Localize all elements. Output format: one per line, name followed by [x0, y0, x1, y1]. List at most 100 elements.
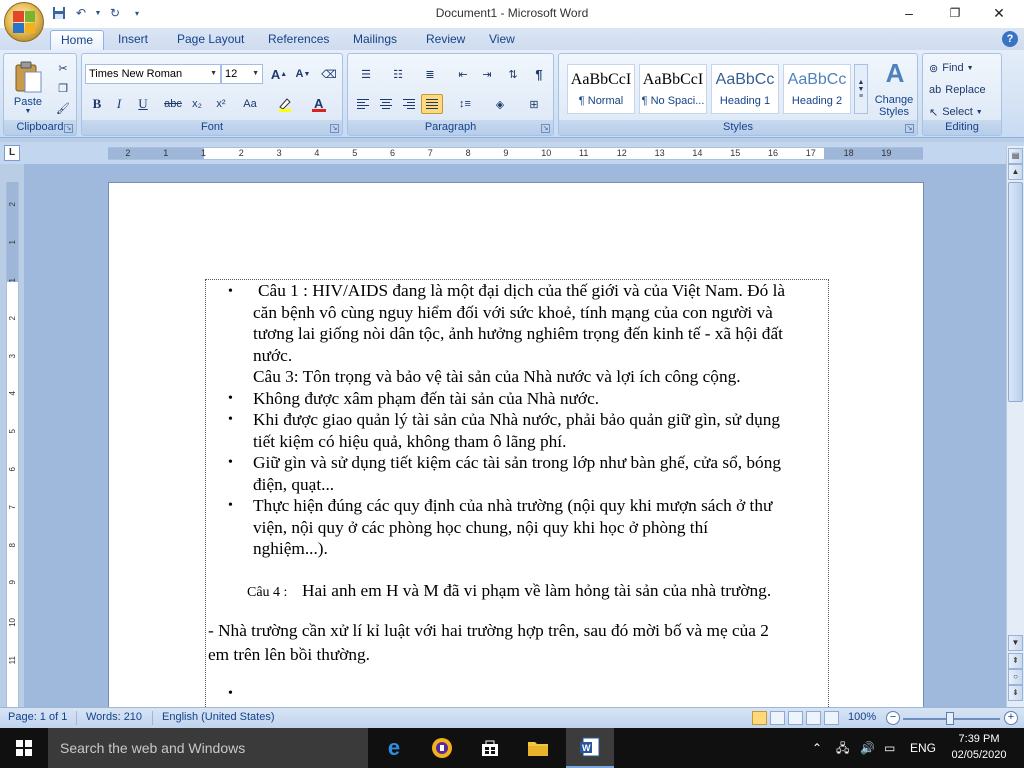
shrink-font-icon[interactable]: A ▼	[292, 64, 314, 84]
paste-icon[interactable]	[10, 58, 46, 96]
clipboard-launcher-icon[interactable]: ↘	[64, 124, 73, 133]
tab-insert[interactable]: Insert	[108, 30, 158, 50]
decrease-indent-icon[interactable]: ⇤	[452, 64, 474, 84]
help-icon[interactable]: ?	[1002, 31, 1018, 47]
line-spacing-icon[interactable]: ↕≡	[450, 94, 480, 114]
language-status[interactable]: English (United States)	[162, 711, 275, 723]
font-launcher-icon[interactable]: ↘	[330, 124, 339, 133]
edge-icon[interactable]: e	[370, 728, 418, 768]
numbering-icon[interactable]: ☷	[384, 64, 412, 84]
change-styles-icon[interactable]: A	[875, 58, 915, 88]
italic-button[interactable]: I	[108, 94, 130, 114]
select-browse-object-icon[interactable]: ○	[1008, 669, 1023, 685]
vertical-scrollbar[interactable]: ▤ ▲ ▼ ⇞ ○ ⇟	[1006, 146, 1024, 707]
highlight-icon[interactable]	[274, 94, 296, 114]
browser-app-icon[interactable]	[418, 728, 466, 768]
paste-label[interactable]: Paste	[8, 96, 48, 108]
system-clock[interactable]: 7:39 PM 02/05/2020	[944, 731, 1014, 763]
tab-selector[interactable]: L	[4, 145, 20, 161]
styles-scroll[interactable]: ▲ ▼ ≡	[854, 64, 868, 114]
cut-icon[interactable]: ✂	[52, 58, 74, 78]
scroll-up-icon[interactable]: ▲	[1008, 164, 1023, 180]
justify-icon[interactable]	[421, 94, 443, 114]
print-layout-view-icon[interactable]	[752, 711, 767, 725]
text-frame[interactable]: • Câu 1 : HIV/AIDS đang là một đại dịch …	[205, 279, 829, 707]
change-case-button[interactable]: Aa	[236, 94, 264, 114]
copy-icon[interactable]: ❐	[52, 78, 74, 98]
zoom-level[interactable]: 100%	[848, 711, 876, 723]
strikethrough-button[interactable]: abc	[162, 94, 184, 114]
subscript-button[interactable]: x₂	[186, 94, 208, 114]
grow-font-icon[interactable]: A ▲	[268, 64, 290, 84]
shading-icon[interactable]: ◈	[486, 94, 514, 114]
zoom-slider-thumb[interactable]	[946, 712, 954, 725]
taskbar-search-input[interactable]: Search the web and Windows	[48, 728, 368, 768]
bold-button[interactable]: B	[86, 94, 108, 114]
change-styles-label[interactable]: Change Styles	[869, 94, 919, 118]
notification-icon[interactable]: ▭	[884, 728, 895, 768]
web-layout-view-icon[interactable]	[788, 711, 803, 725]
tray-chevron-up-icon[interactable]: ⌃	[812, 728, 822, 768]
style-normal[interactable]: AaBbCcI ¶ Normal	[567, 64, 635, 114]
page-count[interactable]: Page: 1 of 1	[8, 711, 67, 723]
tab-home[interactable]: Home	[50, 30, 105, 50]
scroll-thumb[interactable]	[1008, 182, 1023, 402]
chevron-down-icon[interactable]: ▼	[858, 86, 865, 93]
sort-icon[interactable]: ⇅	[502, 64, 524, 84]
file-explorer-icon[interactable]	[514, 728, 562, 768]
store-icon[interactable]	[466, 728, 514, 768]
superscript-button[interactable]: x²	[210, 94, 232, 114]
select-button[interactable]: ↖ Select ▼	[929, 103, 983, 121]
show-formatting-button[interactable]: ¶	[528, 64, 550, 84]
document-page[interactable]: • Câu 1 : HIV/AIDS đang là một đại dịch …	[108, 182, 924, 707]
font-color-icon[interactable]: A	[308, 94, 330, 114]
vertical-ruler[interactable]: 2 1 1 2 3 4 5 6 7 8 9 10 11	[6, 182, 19, 707]
styles-launcher-icon[interactable]: ↘	[905, 124, 914, 133]
underline-button[interactable]: U	[132, 94, 154, 114]
outline-view-icon[interactable]	[806, 711, 821, 725]
replace-button[interactable]: ab Replace	[929, 81, 986, 99]
chevron-up-icon[interactable]: ▲	[858, 79, 865, 86]
draft-view-icon[interactable]	[824, 711, 839, 725]
scroll-down-icon[interactable]: ▼	[1008, 635, 1023, 651]
full-screen-reading-view-icon[interactable]	[770, 711, 785, 725]
align-left-icon[interactable]	[352, 94, 374, 114]
font-size-select[interactable]: 12 ▼	[221, 64, 263, 84]
office-button[interactable]	[4, 2, 44, 42]
word-app-icon[interactable]: W	[566, 728, 614, 768]
paragraph-launcher-icon[interactable]: ↘	[541, 124, 550, 133]
zoom-in-icon[interactable]: +	[1004, 711, 1018, 725]
align-right-icon[interactable]	[398, 94, 420, 114]
borders-icon[interactable]: ⊞	[520, 94, 548, 114]
minimize-button[interactable]: –	[886, 0, 932, 26]
word-count[interactable]: Words: 210	[86, 711, 142, 723]
start-button[interactable]	[0, 728, 48, 768]
style-no-spacing[interactable]: AaBbCcI ¶ No Spaci...	[639, 64, 707, 114]
tab-references[interactable]: References	[258, 30, 339, 50]
style-heading-1[interactable]: AaBbCc Heading 1	[711, 64, 779, 114]
align-center-icon[interactable]	[375, 94, 397, 114]
input-language[interactable]: ENG	[910, 728, 936, 768]
tab-page-layout[interactable]: Page Layout	[167, 30, 254, 50]
network-icon[interactable]: 🖧	[836, 728, 849, 768]
multilevel-list-icon[interactable]: ≣	[416, 64, 444, 84]
ruler-toggle-icon[interactable]: ▤	[1008, 148, 1023, 164]
tab-view[interactable]: View	[479, 30, 525, 50]
more-styles-icon[interactable]: ≡	[859, 93, 863, 100]
maximize-button[interactable]: ❐	[932, 0, 978, 26]
next-page-icon[interactable]: ⇟	[1008, 685, 1023, 701]
previous-page-icon[interactable]: ⇞	[1008, 653, 1023, 669]
find-button[interactable]: ⊚ Find ▼	[929, 59, 974, 77]
tab-review[interactable]: Review	[416, 30, 475, 50]
tab-mailings[interactable]: Mailings	[343, 30, 407, 50]
bullets-icon[interactable]: ☰	[352, 64, 380, 84]
font-family-select[interactable]: Times New Roman ▼	[85, 64, 221, 84]
volume-icon[interactable]: 🔊	[860, 728, 875, 768]
format-painter-icon[interactable]: 🖌	[52, 98, 74, 118]
clear-formatting-icon[interactable]: ⌫	[318, 64, 340, 84]
zoom-out-icon[interactable]: −	[886, 711, 900, 725]
document-area[interactable]: • Câu 1 : HIV/AIDS đang là một đại dịch …	[24, 164, 1006, 707]
increase-indent-icon[interactable]: ⇥	[476, 64, 498, 84]
paste-dropdown-icon[interactable]: ▼	[22, 108, 34, 115]
close-button[interactable]: ✕	[976, 0, 1022, 26]
